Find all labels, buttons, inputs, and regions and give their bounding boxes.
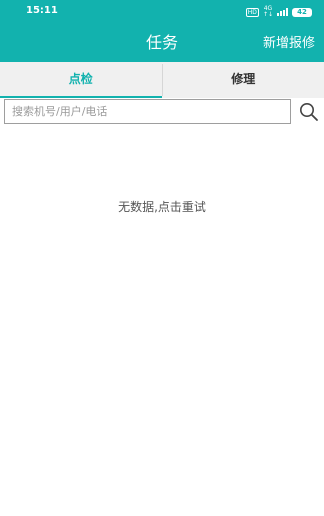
- search-bar: [0, 98, 324, 126]
- battery-icon: 42: [292, 7, 312, 17]
- status-icons: HD 4G ↑↓ 42: [245, 5, 312, 18]
- tab-repair[interactable]: 修理: [163, 62, 324, 98]
- hd-icon: HD: [245, 7, 259, 17]
- search-input[interactable]: [4, 99, 291, 124]
- app-header: 15:11 HD 4G ↑↓ 42 任务 新增报修: [0, 0, 324, 62]
- signal-icon: [277, 8, 288, 16]
- search-icon[interactable]: [296, 98, 322, 126]
- tab-inspection[interactable]: 点检: [0, 62, 162, 98]
- tab-bar: 点检 修理: [0, 62, 324, 98]
- new-repair-button[interactable]: 新增报修: [263, 35, 315, 52]
- empty-retry-message[interactable]: 无数据,点击重试: [0, 198, 324, 216]
- network-4g-icon: 4G ↑↓: [262, 5, 273, 18]
- status-time: 15:11: [26, 5, 58, 16]
- status-bar: 15:11 HD 4G ↑↓ 42: [0, 0, 324, 24]
